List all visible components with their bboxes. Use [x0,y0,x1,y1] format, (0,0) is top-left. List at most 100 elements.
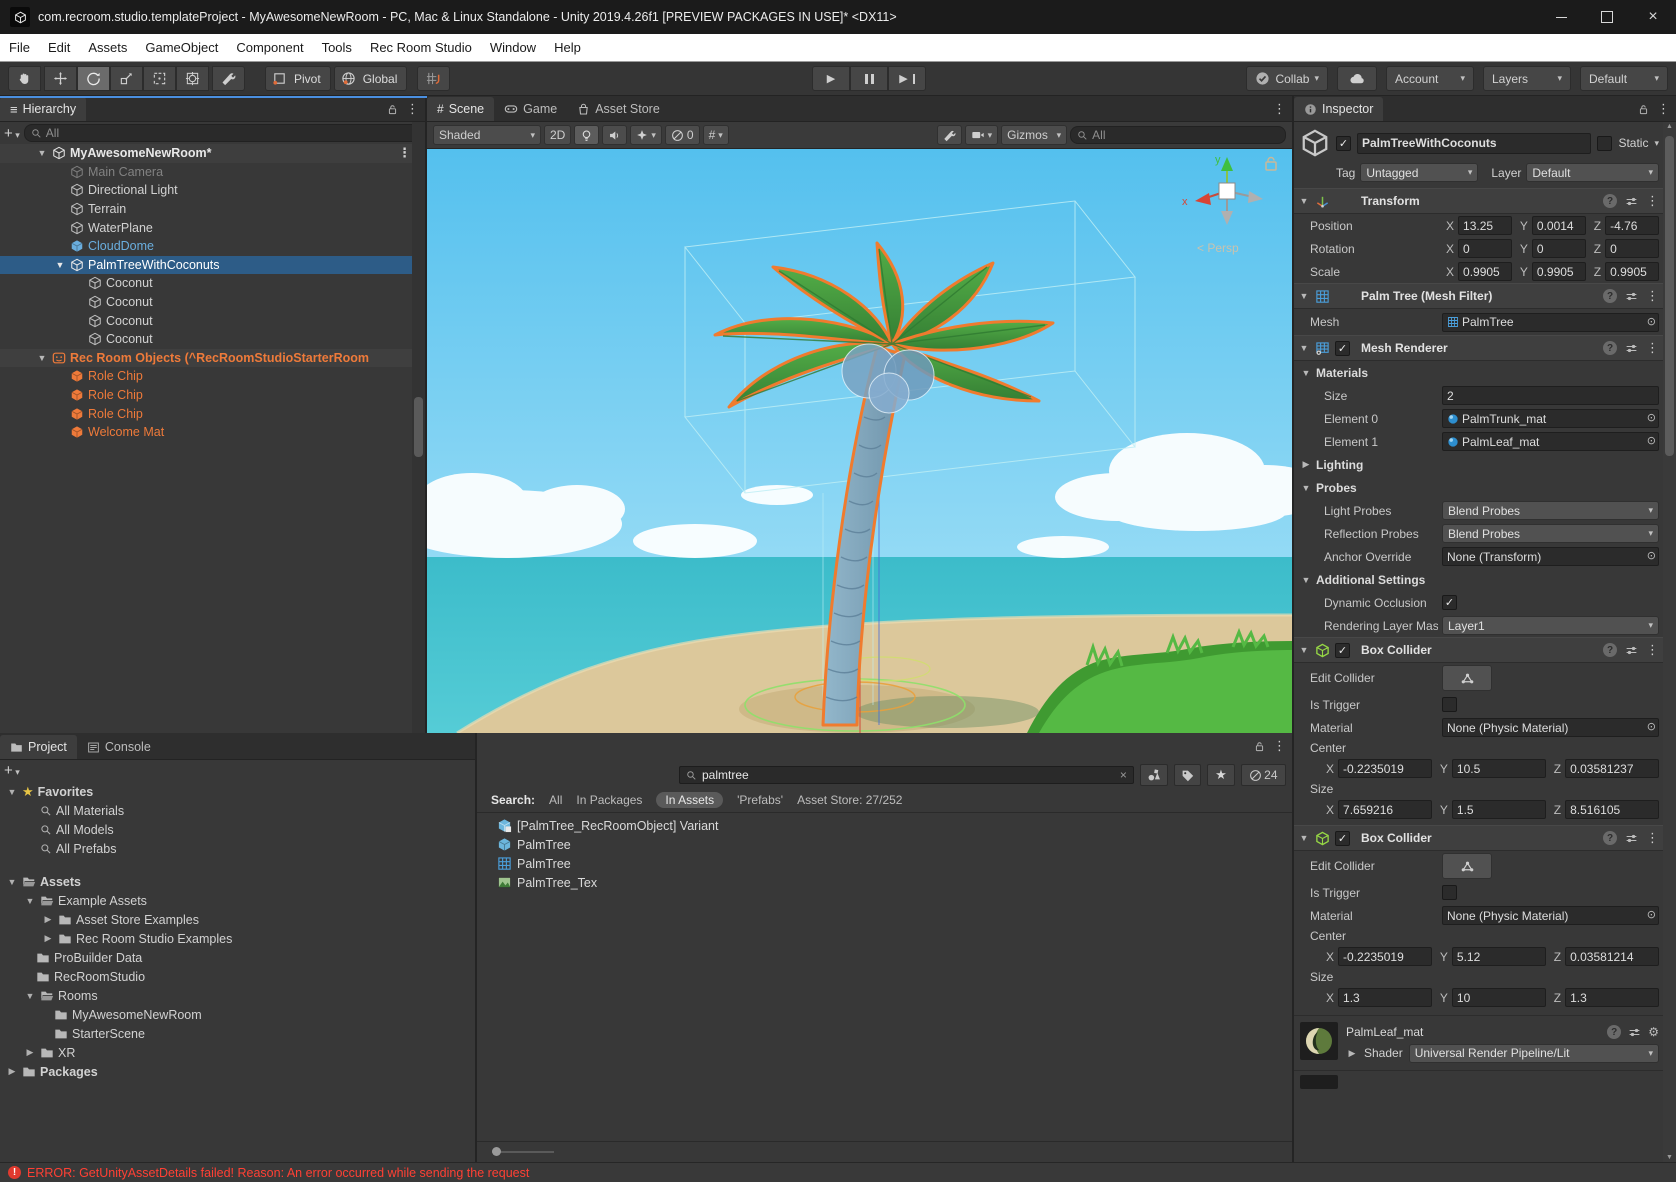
tree-item[interactable]: StarterScene [0,1024,475,1043]
minimize-button[interactable] [1538,0,1584,34]
mesh-object-field[interactable]: PalmTree ⊙ [1442,313,1659,332]
tab-asset-store[interactable]: Asset Store [567,97,670,121]
menu-assets[interactable]: Assets [79,40,136,55]
tab-game[interactable]: Game [494,97,567,121]
hierarchy-item-selected[interactable]: ▼PalmTreeWithCoconuts [0,256,425,275]
hierarchy-scrollbar[interactable] [412,122,425,733]
menu-gameobject[interactable]: GameObject [136,40,227,55]
hierarchy-item[interactable]: WaterPlane [0,218,425,237]
preset-icon[interactable] [1625,195,1638,208]
lighting-toggle-button[interactable] [574,125,599,145]
help-icon[interactable]: ? [1603,289,1617,303]
component-enabled-checkbox[interactable]: ✓ [1335,643,1350,658]
help-icon[interactable]: ? [1603,341,1617,355]
tree-item[interactable]: ▶XR [0,1043,475,1062]
hierarchy-item[interactable]: Coconut [0,274,425,293]
result-item[interactable]: PalmTree_Tex [477,873,1292,892]
account-dropdown[interactable]: Account▾ [1386,66,1474,91]
kebab-menu-icon[interactable]: ⋮ [1273,738,1286,754]
hidden-packages-button[interactable]: 24 [1241,764,1286,786]
hierarchy-item[interactable]: Role Chip [0,386,425,405]
tree-item[interactable]: ProBuilder Data [0,948,475,967]
hierarchy-item[interactable]: Coconut [0,293,425,312]
size-z-field[interactable]: 1.3 [1565,988,1659,1007]
static-dropdown-icon[interactable]: ▾ [1654,138,1659,149]
light-probes-dropdown[interactable]: Blend Probes▾ [1442,501,1659,520]
scene-search-input[interactable]: All [1070,126,1286,144]
menu-tools[interactable]: Tools [313,40,361,55]
hierarchy-item[interactable]: Directional Light [0,181,425,200]
lighting-foldout[interactable]: Lighting [1316,458,1363,472]
position-x-field[interactable]: 13.25 [1458,216,1512,235]
kebab-menu-icon[interactable]: ⋮ [1646,340,1659,356]
result-item[interactable]: PalmTree [477,835,1292,854]
tree-item[interactable]: ▶Asset Store Examples [0,910,475,929]
status-bar[interactable]: ! ERROR: GetUnityAssetDetails failed! Re… [0,1162,1676,1182]
tree-item[interactable]: MyAwesomeNewRoom [0,1005,475,1024]
tab-hierarchy[interactable]: ≡ Hierarchy [0,97,86,121]
lock-icon[interactable] [1638,104,1649,115]
center-x-field[interactable]: -0.2235019 [1338,947,1432,966]
gizmos-dropdown[interactable]: Gizmos▾ [1001,125,1067,145]
object-picker-icon[interactable]: ⊙ [1647,315,1656,328]
scene-viewport[interactable]: y x < Persp [427,149,1292,733]
hierarchy-item[interactable]: Terrain [0,200,425,219]
object-picker-icon[interactable]: ⊙ [1647,411,1656,424]
maximize-button[interactable] [1584,0,1630,34]
favorites-item[interactable]: All Materials [0,801,475,820]
component-enabled-checkbox[interactable]: ✓ [1335,831,1350,846]
lock-icon[interactable] [387,104,398,115]
pivot-toggle-button[interactable]: Pivot [265,66,331,91]
transform-tool-button[interactable] [176,66,209,91]
menu-help[interactable]: Help [545,40,590,55]
menu-window[interactable]: Window [481,40,545,55]
tree-item-assets[interactable]: ▼Assets [0,872,475,891]
object-picker-icon[interactable]: ⊙ [1647,908,1656,921]
tree-item[interactable]: ▶Rec Room Studio Examples [0,929,475,948]
hierarchy-item-prefab[interactable]: CloudDome [0,237,425,256]
element0-object-field[interactable]: PalmTrunk_mat⊙ [1442,409,1659,428]
favorites-item[interactable]: All Prefabs [0,839,475,858]
tree-item[interactable]: ▼Example Assets [0,891,475,910]
mesh-renderer-header[interactable]: ▼ ✓ Mesh Renderer ?⋮ [1294,335,1663,361]
scale-x-field[interactable]: 0.9905 [1458,262,1512,281]
layer-dropdown[interactable]: Default▾ [1526,163,1659,182]
layers-dropdown[interactable]: Layers▾ [1483,66,1571,91]
size-z-field[interactable]: 8.516105 [1565,800,1659,819]
preset-icon[interactable] [1625,290,1638,303]
preset-icon[interactable] [1628,1026,1641,1039]
size-x-field[interactable]: 7.659216 [1338,800,1432,819]
position-z-field[interactable]: -4.76 [1605,216,1659,235]
center-y-field[interactable]: 10.5 [1452,759,1546,778]
preset-icon[interactable] [1625,342,1638,355]
physic-material-field[interactable]: None (Physic Material)⊙ [1442,906,1659,925]
shader-dropdown[interactable]: Universal Render Pipeline/Lit▾ [1409,1044,1659,1063]
grid-snap-button[interactable] [417,66,450,91]
clear-search-icon[interactable]: × [1120,768,1127,782]
global-toggle-button[interactable]: Global [334,66,408,91]
preset-icon[interactable] [1625,832,1638,845]
tab-inspector[interactable]: Inspector [1294,97,1383,121]
scroll-down-icon[interactable]: ▼ [1666,1154,1673,1161]
hierarchy-item[interactable]: Coconut [0,330,425,349]
layout-dropdown[interactable]: Default▾ [1580,66,1668,91]
dynamic-occlusion-checkbox[interactable]: ✓ [1442,595,1457,610]
hierarchy-search-input[interactable]: All [24,124,421,142]
pause-button[interactable] [850,66,888,91]
materials-foldout[interactable]: Materials [1316,366,1368,380]
size-x-field[interactable]: 1.3 [1338,988,1432,1007]
kebab-menu-icon[interactable]: ⋮ [1657,101,1670,117]
menu-component[interactable]: Component [227,40,312,55]
materials-size-field[interactable]: 2 [1442,386,1659,405]
transform-header[interactable]: ▼ Transform ?⋮ [1294,188,1663,214]
hierarchy-item[interactable]: Role Chip [0,404,425,423]
kebab-menu-icon[interactable]: ⋮ [1273,101,1286,117]
custom-tools-button[interactable] [212,66,245,91]
rotate-tool-button[interactable] [77,66,110,91]
filter-in-assets[interactable]: In Assets [656,792,723,808]
mesh-filter-header[interactable]: ▼ Palm Tree (Mesh Filter) ?⋮ [1294,283,1663,309]
edit-collider-button[interactable] [1442,853,1492,879]
gear-icon[interactable]: ⚙ [1648,1025,1659,1039]
tag-dropdown[interactable]: Untagged▾ [1360,163,1478,182]
scroll-up-icon[interactable]: ▲ [1666,123,1673,130]
